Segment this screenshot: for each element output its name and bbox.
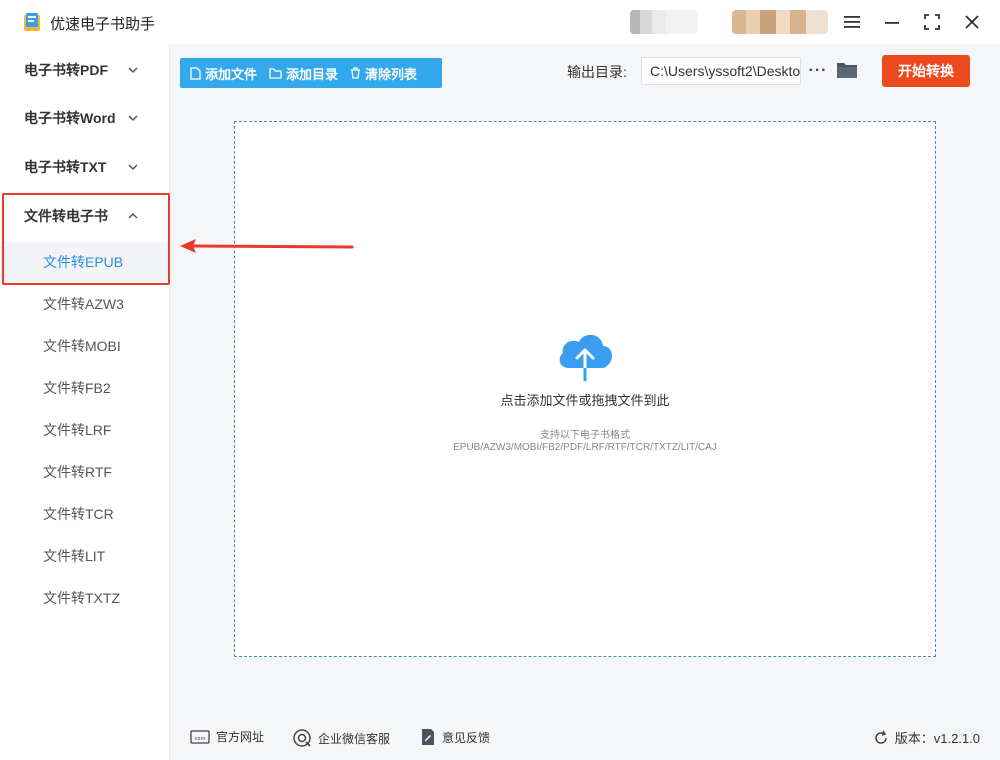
sidebar-category-to-txt[interactable]: 电子书转TXT — [0, 145, 170, 189]
add-folder-label: 添加目录 — [286, 66, 339, 82]
app-title: 优速电子书助手 — [50, 16, 156, 33]
sidebar-item-to-lrf[interactable]: 文件转LRF — [0, 410, 170, 450]
category-label: 电子书转TXT — [24, 159, 107, 175]
add-file-label: 添加文件 — [205, 66, 258, 82]
clear-list-button[interactable]: 清除列表 — [344, 58, 423, 88]
clear-list-label: 清除列表 — [365, 66, 418, 82]
trash-icon — [351, 67, 361, 79]
feedback-icon — [422, 729, 434, 745]
output-dir-label: 输出目录: — [567, 64, 627, 80]
svg-text:com: com — [195, 736, 206, 742]
add-folder-button[interactable]: 添加目录 — [263, 58, 344, 88]
sidebar: 电子书转PDF 电子书转Word 电子书转TXT 文件转电子书 文件转EPUB … — [0, 44, 170, 760]
annotation-highlight-box — [2, 193, 170, 285]
wechat-support-link[interactable]: 企业微信客服 — [292, 728, 390, 748]
chevron-down-icon — [128, 164, 138, 171]
drop-zone-subtitle: 支持以下电子书格式 — [540, 430, 630, 441]
sidebar-item-to-lit[interactable]: 文件转LIT — [0, 536, 170, 576]
sidebar-item-to-rtf[interactable]: 文件转RTF — [0, 452, 170, 492]
website-label: 官方网址 — [216, 730, 265, 744]
official-website-link[interactable]: com 官方网址 — [190, 728, 264, 745]
folder-outline-icon — [269, 67, 282, 79]
version-label: 版本：v1.2.1.0 — [894, 731, 980, 746]
sidebar-item-to-fb2[interactable]: 文件转FB2 — [0, 368, 170, 408]
feedback-link[interactable]: 意见反馈 — [420, 728, 490, 746]
drop-zone-title: 点击添加文件或拖拽文件到此 — [500, 393, 670, 408]
title-bar: 优速电子书助手 — [0, 0, 1000, 44]
annotation-arrow-icon — [180, 239, 354, 253]
supported-formats-text: EPUB/AZW3/MOBI/FB2/PDF/LRF/RTF/TCR/TXTZ/… — [453, 442, 717, 453]
start-convert-button[interactable]: 开始转换 — [882, 55, 970, 87]
blurred-username[interactable] — [732, 10, 828, 34]
wechat-label: 企业微信客服 — [318, 731, 391, 746]
chevron-down-icon — [128, 115, 138, 122]
category-label: 电子书转Word — [24, 110, 116, 126]
chevron-down-icon — [128, 67, 138, 74]
website-icon: com — [190, 729, 210, 744]
category-label: 电子书转PDF — [24, 62, 108, 78]
sidebar-item-to-mobi[interactable]: 文件转MOBI — [0, 326, 170, 366]
maximize-icon[interactable] — [918, 8, 946, 36]
close-icon[interactable] — [958, 8, 986, 36]
menu-icon[interactable] — [838, 8, 866, 36]
browse-more-button[interactable]: ··· — [807, 58, 829, 84]
add-file-button[interactable]: 添加文件 — [180, 58, 263, 88]
sidebar-item-to-txtz[interactable]: 文件转TXTZ — [0, 578, 170, 618]
wechat-icon — [293, 729, 311, 747]
refresh-icon[interactable] — [873, 730, 889, 746]
file-icon — [190, 66, 201, 80]
feedback-label: 意见反馈 — [442, 730, 491, 745]
file-drop-zone[interactable]: 点击添加文件或拖拽文件到此 支持以下电子书格式 EPUB/AZW3/MOBI/F… — [234, 121, 936, 657]
sidebar-category-to-word[interactable]: 电子书转Word — [0, 96, 170, 140]
sidebar-item-to-azw3[interactable]: 文件转AZW3 — [0, 284, 170, 324]
toolbar-button-group: 添加文件 添加目录 清除列表 — [180, 58, 442, 88]
main-panel: 添加文件 添加目录 清除列表 输出目录: C:\Users\yssoft2\De… — [170, 44, 1000, 760]
app-logo-icon — [24, 13, 40, 31]
open-folder-icon[interactable] — [836, 61, 858, 79]
minimize-icon[interactable] — [878, 8, 906, 36]
sidebar-category-to-pdf[interactable]: 电子书转PDF — [0, 48, 170, 92]
output-dir-input[interactable]: C:\Users\yssoft2\Desktop — [641, 57, 801, 85]
blurred-avatar[interactable] — [630, 10, 698, 34]
sidebar-item-to-tcr[interactable]: 文件转TCR — [0, 494, 170, 534]
version-info: 版本：v1.2.1.0 — [873, 728, 980, 747]
cloud-upload-icon — [559, 334, 612, 382]
